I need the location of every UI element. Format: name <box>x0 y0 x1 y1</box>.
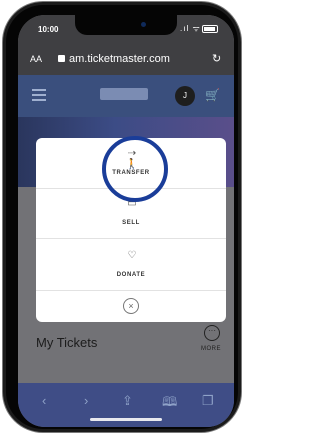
close-row: × <box>36 290 226 322</box>
more-label[interactable]: MORE <box>201 346 221 352</box>
hamburger-menu-icon[interactable] <box>32 89 46 101</box>
lock-icon <box>58 55 65 62</box>
home-indicator <box>90 418 162 421</box>
url-label: am.ticketmaster.com <box>69 53 170 65</box>
avatar[interactable]: J <box>175 86 195 106</box>
signal-wifi-icon: .ıl ᯤ <box>180 24 201 33</box>
more-icon[interactable]: ··· <box>204 325 220 341</box>
section-title: My Tickets <box>36 335 98 350</box>
donate-option[interactable]: ♡ DONATE <box>36 238 226 291</box>
status-time: 10:00 <box>38 25 59 34</box>
forward-icon[interactable]: › <box>84 393 88 408</box>
reload-icon[interactable]: ↻ <box>212 52 221 65</box>
camera-icon <box>141 22 146 27</box>
phone-screen: 10:00 .ıl ᯤ AA am.ticketmaster.com ↻ J 🛒… <box>18 15 234 427</box>
donate-label: DONATE <box>116 272 146 278</box>
back-icon[interactable]: ‹ <box>42 393 46 408</box>
url-text[interactable]: am.ticketmaster.com <box>58 53 170 65</box>
site-header: J 🛒 <box>18 75 234 117</box>
bookmarks-icon[interactable]: 🕮 <box>162 393 177 415</box>
battery-icon <box>202 25 218 33</box>
sell-label: SELL <box>122 220 140 226</box>
share-icon[interactable]: ⇪ <box>122 393 133 409</box>
notch <box>75 15 177 35</box>
transfer-highlight-ring <box>102 136 168 202</box>
close-icon[interactable]: × <box>123 298 139 314</box>
phone-frame: 10:00 .ıl ᯤ AA am.ticketmaster.com ↻ J 🛒… <box>3 2 241 432</box>
tabs-icon[interactable]: ❐ <box>202 393 214 409</box>
donate-heart-hand-icon: ♡ <box>127 250 137 261</box>
browser-address-bar[interactable]: AA am.ticketmaster.com ↻ <box>18 45 234 75</box>
university-logo[interactable] <box>100 88 148 100</box>
text-size-button[interactable]: AA <box>30 54 42 64</box>
cart-icon[interactable]: 🛒 <box>205 88 220 102</box>
